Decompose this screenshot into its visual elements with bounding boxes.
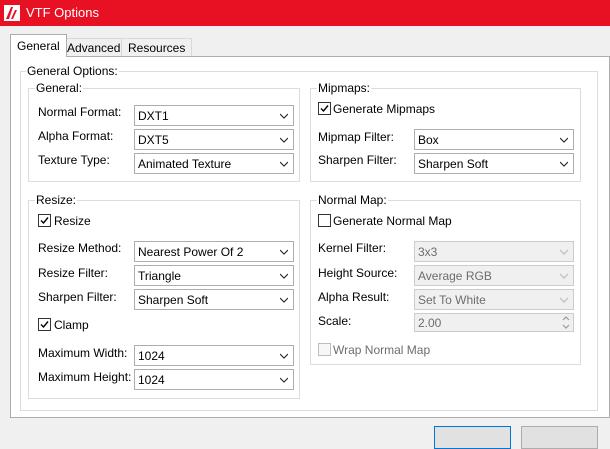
max-width-select[interactable]: 1024 [134, 345, 294, 366]
max-height-value: 1024 [138, 373, 165, 387]
height-source-value: Average RGB [418, 269, 492, 283]
tab-panel-general: General Options: General: Normal Format:… [10, 56, 610, 418]
chevron-down-icon [560, 161, 568, 167]
resize-filter-value: Triangle [138, 269, 181, 283]
wrap-normal-map-checkbox[interactable] [318, 343, 331, 356]
chevron-down-icon [280, 161, 288, 167]
height-source-select[interactable]: Average RGB [414, 265, 574, 286]
generate-normal-map-checkbox[interactable] [318, 214, 331, 227]
alpha-result-label: Alpha Result: [318, 290, 390, 304]
scale-spinner[interactable]: 2.00 [414, 313, 574, 332]
checkmark-icon [40, 217, 49, 225]
resize-sharpen-label: Sharpen Filter: [38, 290, 117, 304]
height-source-label: Height Source: [318, 266, 398, 280]
general-legend: General: [35, 81, 84, 95]
mipmap-filter-select[interactable]: Box [414, 129, 574, 150]
alpha-format-select[interactable]: DXT5 [134, 129, 294, 150]
chevron-down-icon [560, 249, 568, 255]
cancel-button[interactable] [521, 426, 598, 449]
max-height-label: Maximum Height: [38, 370, 132, 384]
window-title: VTF Options [26, 5, 99, 20]
alpha-format-label: Alpha Format: [38, 129, 114, 143]
alpha-result-select[interactable]: Set To White [414, 289, 574, 310]
resize-method-label: Resize Method: [38, 241, 122, 255]
resize-sharpen-value: Sharpen Soft [138, 293, 209, 307]
title-bar: VTF Options [0, 0, 610, 26]
resize-filter-select[interactable]: Triangle [134, 265, 294, 286]
normal-format-value: DXT1 [138, 109, 169, 123]
resize-label[interactable]: Resize [54, 214, 91, 228]
resize-method-select[interactable]: Nearest Power Of 2 [134, 241, 294, 262]
mipmap-sharpen-label: Sharpen Filter: [318, 153, 397, 167]
chevron-down-icon [280, 297, 288, 303]
clamp-label[interactable]: Clamp [54, 318, 89, 332]
kernel-filter-label: Kernel Filter: [318, 241, 387, 255]
alpha-result-value: Set To White [418, 293, 486, 307]
chevron-down-icon [280, 113, 288, 119]
chevron-down-icon [280, 273, 288, 279]
chevron-down-icon [280, 353, 288, 359]
wrap-normal-map-label[interactable]: Wrap Normal Map [333, 343, 430, 357]
chevron-down-icon [280, 137, 288, 143]
alpha-format-value: DXT5 [138, 133, 169, 147]
resize-sharpen-select[interactable]: Sharpen Soft [134, 289, 294, 310]
spinner-arrows-icon[interactable] [559, 314, 573, 331]
chevron-down-icon [280, 249, 288, 255]
mipmap-filter-label: Mipmap Filter: [318, 130, 395, 144]
app-icon [4, 5, 20, 21]
tab-general[interactable]: General [10, 34, 67, 57]
tab-advanced[interactable]: Advanced [60, 38, 128, 57]
kernel-filter-select[interactable]: 3x3 [414, 241, 574, 262]
resize-method-value: Nearest Power Of 2 [138, 245, 244, 259]
chevron-down-icon [560, 137, 568, 143]
chevron-down-icon [560, 273, 568, 279]
generate-mipmaps-checkbox[interactable] [318, 102, 331, 115]
scale-value: 2.00 [418, 316, 442, 330]
resize-checkbox[interactable] [38, 214, 51, 227]
normal-format-label: Normal Format: [38, 105, 122, 119]
ok-button[interactable] [434, 426, 511, 449]
mipmap-filter-value: Box [418, 133, 439, 147]
clamp-checkbox[interactable] [38, 318, 51, 331]
max-width-label: Maximum Width: [38, 346, 128, 360]
generate-mipmaps-label[interactable]: Generate Mipmaps [333, 102, 435, 116]
scale-label: Scale: [318, 314, 352, 328]
tab-resources[interactable]: Resources [121, 38, 193, 57]
generate-normal-map-label[interactable]: Generate Normal Map [333, 214, 452, 228]
mipmap-sharpen-select[interactable]: Sharpen Soft [414, 153, 574, 174]
general-options-legend: General Options: [26, 64, 119, 78]
max-height-select[interactable]: 1024 [134, 369, 294, 390]
texture-type-value: Animated Texture [138, 157, 232, 171]
resize-filter-label: Resize Filter: [38, 266, 109, 280]
resize-legend: Resize: [35, 193, 78, 207]
chevron-down-icon [280, 377, 288, 383]
mipmaps-legend: Mipmaps: [317, 81, 372, 95]
texture-type-select[interactable]: Animated Texture [134, 153, 294, 174]
max-width-value: 1024 [138, 349, 165, 363]
normal-map-legend: Normal Map: [317, 193, 388, 207]
normal-format-select[interactable]: DXT1 [134, 105, 294, 126]
mipmap-sharpen-value: Sharpen Soft [418, 157, 489, 171]
checkmark-icon [40, 321, 49, 329]
checkmark-icon [320, 105, 329, 113]
chevron-down-icon [560, 297, 568, 303]
texture-type-label: Texture Type: [38, 153, 110, 167]
kernel-filter-value: 3x3 [418, 245, 438, 259]
